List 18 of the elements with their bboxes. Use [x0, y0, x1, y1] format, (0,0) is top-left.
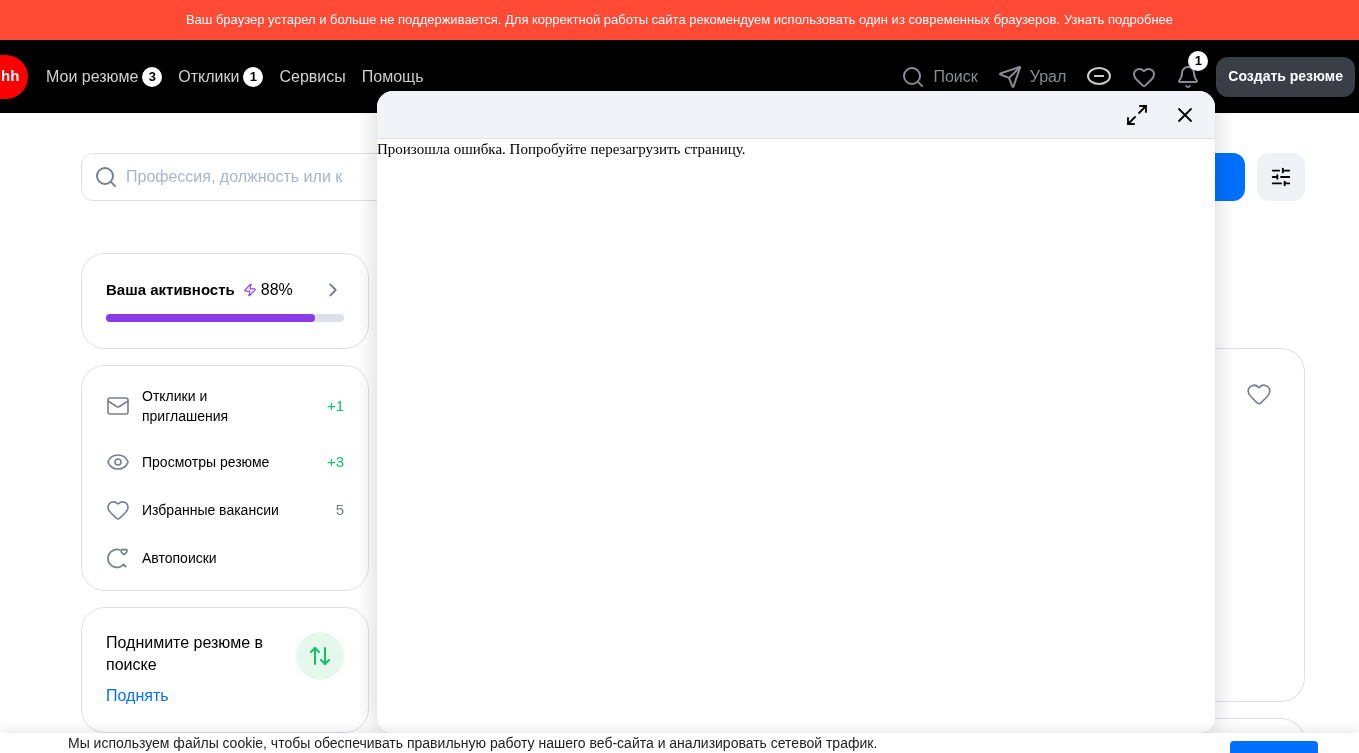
promo-title: Поднимите резюме в поиске	[106, 633, 265, 675]
notification-badge: 1	[1188, 50, 1209, 71]
stats-count: +1	[326, 395, 344, 416]
stats-label: Автопоиски	[142, 549, 218, 568]
stats-label: Просмотры резюме	[142, 453, 271, 472]
stats-count: 5	[335, 499, 344, 520]
activity-title: Ваша активность	[106, 279, 235, 300]
stats-count: +3	[326, 451, 344, 472]
cookie-text: Мы используем файлы cookie, чтобы обеспечивать правильную работу нашего веб-сайта и анализировать сетевой трафик.	[68, 734, 879, 752]
header-action-label: Поиск	[933, 66, 978, 87]
error-message: Произошла ошибка. Попробуйте перезагрузить страницу.	[377, 140, 747, 159]
stats-label: Отклики и приглашения	[142, 387, 230, 426]
header-action-label: Урал	[1029, 66, 1067, 87]
browser-notice-text: Ваш браузер устарел и больше не поддерживается. Для корректной работы сайта рекомендуем использовать один из современных браузеров.	[185, 11, 1060, 30]
count-badge: 1	[243, 66, 264, 87]
count-badge: 3	[142, 66, 163, 87]
activity-value: 88%	[260, 280, 293, 300]
stats-label: Избранные вакансии	[142, 501, 280, 520]
